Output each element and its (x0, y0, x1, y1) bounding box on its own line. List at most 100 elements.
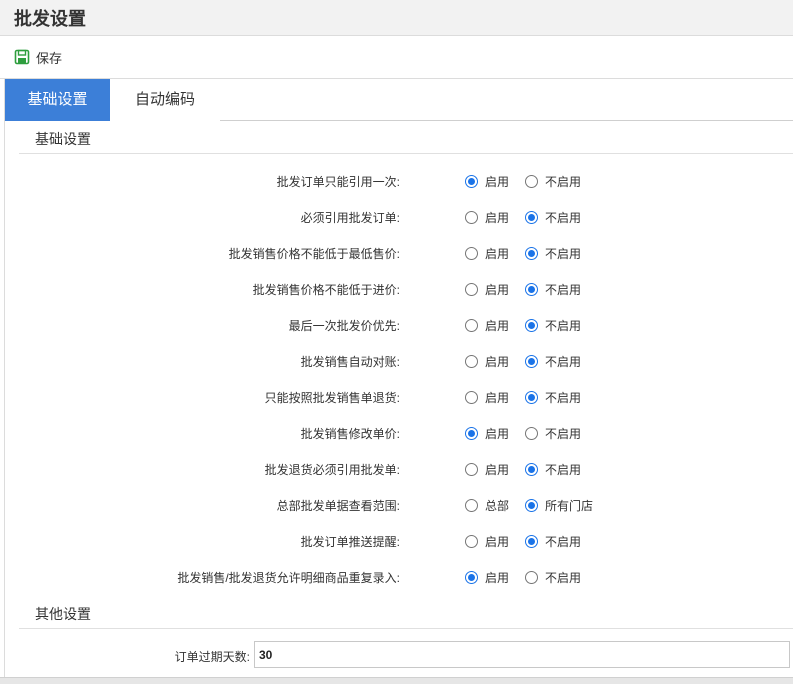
radio-button[interactable] (525, 570, 538, 584)
option-label: 启用 (485, 174, 510, 189)
option-label: 不启用 (545, 318, 582, 333)
save-button-label: 保存 (36, 50, 63, 66)
setting-option[interactable]: 不启用 (525, 388, 581, 406)
setting-row: 批发订单只能引用一次: 启用 不启用 (5, 170, 793, 192)
option-label: 启用 (485, 354, 510, 369)
setting-option[interactable]: 启用 (465, 424, 509, 442)
setting-option[interactable]: 不启用 (525, 316, 581, 334)
setting-label: 必须引用批发订单: (300, 211, 400, 225)
radio-button[interactable] (525, 246, 538, 260)
setting-label: 批发销售修改单价: (300, 427, 400, 441)
section-basic-title: 基础设置 (35, 131, 91, 147)
setting-label: 总部批发单据查看范围: (276, 499, 400, 513)
setting-option[interactable]: 启用 (465, 208, 509, 226)
radio-button[interactable] (465, 390, 478, 404)
setting-option[interactable]: 不启用 (525, 424, 581, 442)
setting-option[interactable]: 不启用 (525, 208, 581, 226)
title-bar: 批发设置 (0, 0, 793, 36)
setting-option[interactable]: 启用 (465, 316, 509, 334)
setting-label: 最后一次批发价优先: (288, 319, 400, 333)
horizontal-scrollbar[interactable] (0, 677, 793, 684)
radio-button[interactable] (525, 174, 538, 188)
radio-button[interactable] (465, 462, 478, 476)
setting-row: 批发销售价格不能低于进价: 启用 不启用 (5, 278, 793, 300)
option-label: 启用 (485, 534, 510, 549)
option-label: 不启用 (545, 426, 582, 441)
radio-button[interactable] (465, 210, 478, 224)
option-label: 所有门店 (545, 498, 594, 513)
radio-button[interactable] (525, 210, 538, 224)
tab-basic-settings[interactable]: 基础设置 (5, 79, 110, 121)
setting-option[interactable]: 不启用 (525, 172, 581, 190)
option-label: 不启用 (545, 462, 582, 477)
floppy-disk-icon (14, 49, 30, 65)
setting-option[interactable]: 启用 (465, 352, 509, 370)
order-expiry-label: 订单过期天数: (174, 650, 250, 664)
radio-button[interactable] (525, 426, 538, 440)
setting-label: 只能按照批发销售单退货: (264, 391, 400, 405)
setting-option[interactable]: 不启用 (525, 352, 581, 370)
radio-button[interactable] (465, 354, 478, 368)
section-basic-header: 基础设置 (19, 121, 793, 154)
setting-option[interactable]: 不启用 (525, 568, 581, 586)
setting-row: 批发销售自动对账: 启用 不启用 (5, 350, 793, 372)
setting-row: 最后一次批发价优先: 启用 不启用 (5, 314, 793, 336)
radio-button[interactable] (465, 174, 478, 188)
radio-button[interactable] (465, 318, 478, 332)
setting-option[interactable]: 总部 (465, 496, 509, 514)
radio-button[interactable] (465, 534, 478, 548)
option-label: 不启用 (545, 390, 582, 405)
setting-row: 批发销售修改单价: 启用 不启用 (5, 422, 793, 444)
page-title: 批发设置 (14, 9, 86, 29)
setting-option[interactable]: 不启用 (525, 280, 581, 298)
setting-row: 批发销售价格不能低于最低售价: 启用 不启用 (5, 242, 793, 264)
setting-row: 只能按照批发销售单退货: 启用 不启用 (5, 386, 793, 408)
settings-panel: 基础设置 批发订单只能引用一次: 启用 不启用 必须引用批发订单: 启用 不启用 批发销售价… (4, 121, 793, 684)
option-label: 启用 (485, 462, 510, 477)
setting-option[interactable]: 启用 (465, 280, 509, 298)
setting-row: 必须引用批发订单: 启用 不启用 (5, 206, 793, 228)
setting-label: 批发销售/批发退货允许明细商品重复录入: (177, 571, 400, 585)
option-label: 不启用 (545, 534, 582, 549)
radio-button[interactable] (525, 462, 538, 476)
setting-option[interactable]: 所有门店 (525, 496, 593, 514)
option-label: 不启用 (545, 210, 582, 225)
order-expiry-input[interactable] (254, 641, 790, 668)
setting-label: 批发销售价格不能低于最低售价: (228, 247, 400, 261)
radio-button[interactable] (465, 498, 478, 512)
setting-option[interactable]: 启用 (465, 388, 509, 406)
tab-bar: 基础设置 自动编码 (4, 79, 793, 121)
setting-option[interactable]: 启用 (465, 568, 509, 586)
option-label: 启用 (485, 282, 510, 297)
setting-label: 批发销售自动对账: (300, 355, 400, 369)
option-label: 不启用 (545, 570, 582, 585)
radio-button[interactable] (525, 354, 538, 368)
setting-label: 批发订单只能引用一次: (276, 175, 400, 189)
setting-row: 批发订单推送提醒: 启用 不启用 (5, 530, 793, 552)
tab-auto-coding[interactable]: 自动编码 (110, 79, 220, 121)
setting-option[interactable]: 启用 (465, 172, 509, 190)
setting-option[interactable]: 启用 (465, 244, 509, 262)
setting-option[interactable]: 不启用 (525, 532, 581, 550)
setting-row: 批发退货必须引用批发单: 启用 不启用 (5, 458, 793, 480)
setting-option[interactable]: 不启用 (525, 244, 581, 262)
setting-option[interactable]: 启用 (465, 460, 509, 478)
setting-row: 批发销售/批发退货允许明细商品重复录入: 启用 不启用 (5, 566, 793, 588)
order-expiry-row: 订单过期天数: (5, 641, 793, 669)
radio-button[interactable] (525, 390, 538, 404)
radio-button[interactable] (465, 282, 478, 296)
radio-button[interactable] (525, 534, 538, 548)
radio-button[interactable] (465, 570, 478, 584)
setting-option[interactable]: 不启用 (525, 460, 581, 478)
setting-row: 总部批发单据查看范围: 总部 所有门店 (5, 494, 793, 516)
radio-button[interactable] (525, 498, 538, 512)
option-label: 启用 (485, 210, 510, 225)
radio-button[interactable] (525, 318, 538, 332)
radio-button[interactable] (465, 246, 478, 260)
radio-button[interactable] (525, 282, 538, 296)
save-button[interactable]: 保存 (14, 47, 62, 67)
option-label: 启用 (485, 570, 510, 585)
setting-option[interactable]: 启用 (465, 532, 509, 550)
radio-button[interactable] (465, 426, 478, 440)
option-label: 不启用 (545, 246, 582, 261)
